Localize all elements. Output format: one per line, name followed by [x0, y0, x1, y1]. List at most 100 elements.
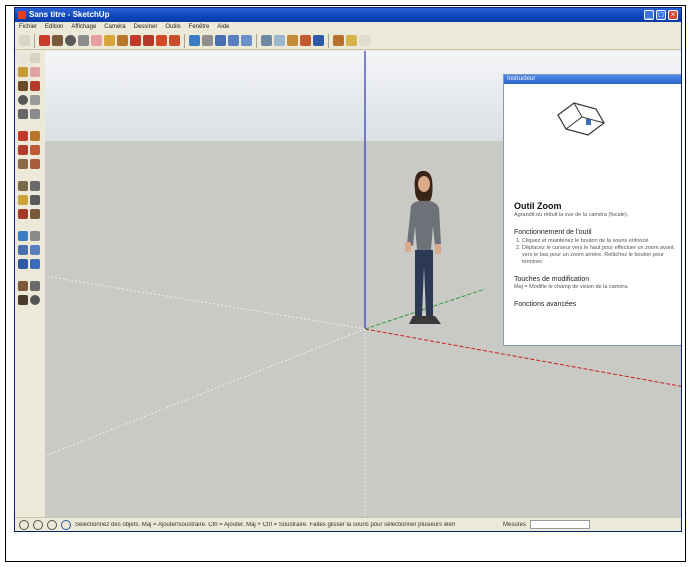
title-bar: Sans titre - SketchUp _ □ × — [15, 8, 681, 22]
help-icon[interactable] — [61, 519, 71, 530]
menu-bar: Fichier Edition Affichage Caméra Dessine… — [15, 22, 681, 32]
warehouse-icon[interactable] — [313, 35, 324, 46]
rectangle-icon[interactable] — [52, 35, 63, 46]
right-view-icon[interactable] — [300, 35, 311, 46]
menu-file[interactable]: Fichier — [19, 22, 37, 32]
instructor-header-label: Instructeur — [507, 76, 536, 82]
menu-tools[interactable]: Outils — [165, 22, 180, 32]
arc-icon[interactable] — [78, 35, 89, 46]
menu-window[interactable]: Fenêtre — [189, 22, 210, 32]
menu-draw[interactable]: Dessiner — [134, 22, 158, 32]
instructor-header: Instructeur × — [504, 75, 681, 84]
section-modifier-heading: Touches de modification — [514, 276, 590, 283]
rotate-icon[interactable] — [143, 35, 154, 46]
menu-camera[interactable]: Caméra — [104, 22, 125, 32]
extension-icon[interactable] — [359, 35, 370, 46]
menu-edit[interactable]: Edition — [45, 22, 63, 32]
maximize-button[interactable]: □ — [656, 10, 666, 20]
follow-me-icon[interactable] — [30, 145, 40, 155]
previous-icon[interactable] — [30, 259, 40, 269]
top-view-icon[interactable] — [274, 35, 285, 46]
components-icon[interactable] — [346, 35, 357, 46]
sketchup-app-icon — [18, 11, 26, 19]
geolocation-icon[interactable] — [19, 519, 29, 530]
zoom-window-icon[interactable] — [228, 35, 239, 46]
modifier-text: Maj = Modifie le champ de vision de la c… — [514, 284, 629, 290]
scale-icon[interactable] — [18, 159, 28, 169]
tool-palette — [15, 51, 45, 517]
scale-icon[interactable] — [156, 35, 167, 46]
axes-icon[interactable] — [18, 209, 28, 219]
move-icon[interactable] — [130, 35, 141, 46]
circle-icon[interactable] — [18, 95, 28, 105]
rectangle-icon[interactable] — [18, 81, 28, 91]
eraser-icon[interactable] — [91, 35, 102, 46]
tool-title: Outil Zoom — [514, 201, 562, 211]
tape-measure-icon[interactable] — [18, 181, 28, 191]
orbit-icon[interactable] — [189, 35, 200, 46]
offset-icon[interactable] — [169, 35, 180, 46]
toolbar-separator — [184, 33, 185, 48]
window-title: Sans titre - SketchUp — [29, 10, 110, 19]
select-icon[interactable] — [19, 35, 30, 46]
text-icon[interactable] — [30, 195, 40, 205]
front-view-icon[interactable] — [287, 35, 298, 46]
position-camera-icon[interactable] — [18, 295, 28, 305]
protractor-icon[interactable] — [18, 195, 28, 205]
sketchup-window: Sans titre - SketchUp _ □ × Fichier Edit… — [14, 7, 682, 532]
measurements-label: Mesures — [503, 521, 527, 528]
pan-icon[interactable] — [202, 35, 213, 46]
move-icon[interactable] — [18, 131, 28, 141]
freehand-icon[interactable] — [30, 109, 40, 119]
walk-icon[interactable] — [18, 281, 28, 291]
make-component-icon[interactable] — [30, 53, 40, 63]
measurements-field[interactable] — [530, 520, 591, 529]
section-plane-icon[interactable] — [30, 295, 40, 305]
zoom-icon[interactable] — [215, 35, 226, 46]
push-pull-icon[interactable] — [30, 131, 40, 141]
dimension-icon[interactable] — [30, 181, 40, 191]
pencil-icon[interactable] — [39, 35, 50, 46]
eraser-icon[interactable] — [30, 67, 40, 77]
operation-step: Déplacez le curseur vers le haut pour ef… — [522, 245, 678, 266]
select-icon[interactable] — [18, 53, 28, 63]
look-around-icon[interactable] — [30, 281, 40, 291]
menu-help[interactable]: Aide — [217, 22, 229, 32]
section-operation-heading: Fonctionnement de l'outil — [514, 229, 592, 236]
section-advanced-heading[interactable]: Fonctions avancées — [514, 301, 678, 308]
main-toolbar — [15, 32, 681, 50]
push-pull-icon[interactable] — [117, 35, 128, 46]
zoom-extents-icon[interactable] — [241, 35, 252, 46]
offset-icon[interactable] — [30, 159, 40, 169]
user-icon[interactable] — [47, 519, 57, 530]
paint-bucket-icon[interactable] — [18, 67, 28, 77]
iso-view-icon[interactable] — [261, 35, 272, 46]
zoom-window-icon[interactable] — [30, 245, 40, 255]
green-axis-negative — [45, 328, 366, 457]
orbit-icon[interactable] — [18, 231, 28, 241]
credits-icon[interactable] — [33, 519, 43, 530]
red-axis-negative — [45, 275, 366, 330]
pan-icon[interactable] — [30, 231, 40, 241]
close-button[interactable]: × — [668, 10, 678, 20]
status-hint: Sélectionnez des objets. Maj = Ajouter/s… — [75, 521, 455, 528]
drawing-area[interactable]: Instructeur × Outil Zoom Agrandit ou réd… — [45, 51, 681, 517]
rotate-icon[interactable] — [18, 145, 28, 155]
zoom-extents-icon[interactable] — [18, 259, 28, 269]
line-icon[interactable] — [30, 81, 40, 91]
polygon-icon[interactable] — [18, 109, 28, 119]
zoom-illustration — [557, 102, 605, 136]
minimize-button[interactable]: _ — [644, 10, 654, 20]
paint-bucket-icon[interactable] — [104, 35, 115, 46]
zoom-icon[interactable] — [18, 245, 28, 255]
3d-text-icon[interactable] — [30, 209, 40, 219]
menu-view[interactable]: Affichage — [71, 22, 96, 32]
instructor-panel: Instructeur × Outil Zoom Agrandit ou réd… — [503, 74, 681, 346]
tool-description: Agrandit ou réduit la vue de la caméra (… — [514, 212, 629, 218]
arc-icon[interactable] — [30, 95, 40, 105]
person-figure — [405, 170, 441, 324]
toolbar-separator — [34, 33, 35, 48]
share-icon[interactable] — [333, 35, 344, 46]
status-bar: Sélectionnez des objets. Maj = Ajouter/s… — [15, 517, 681, 531]
circle-icon[interactable] — [65, 35, 76, 46]
